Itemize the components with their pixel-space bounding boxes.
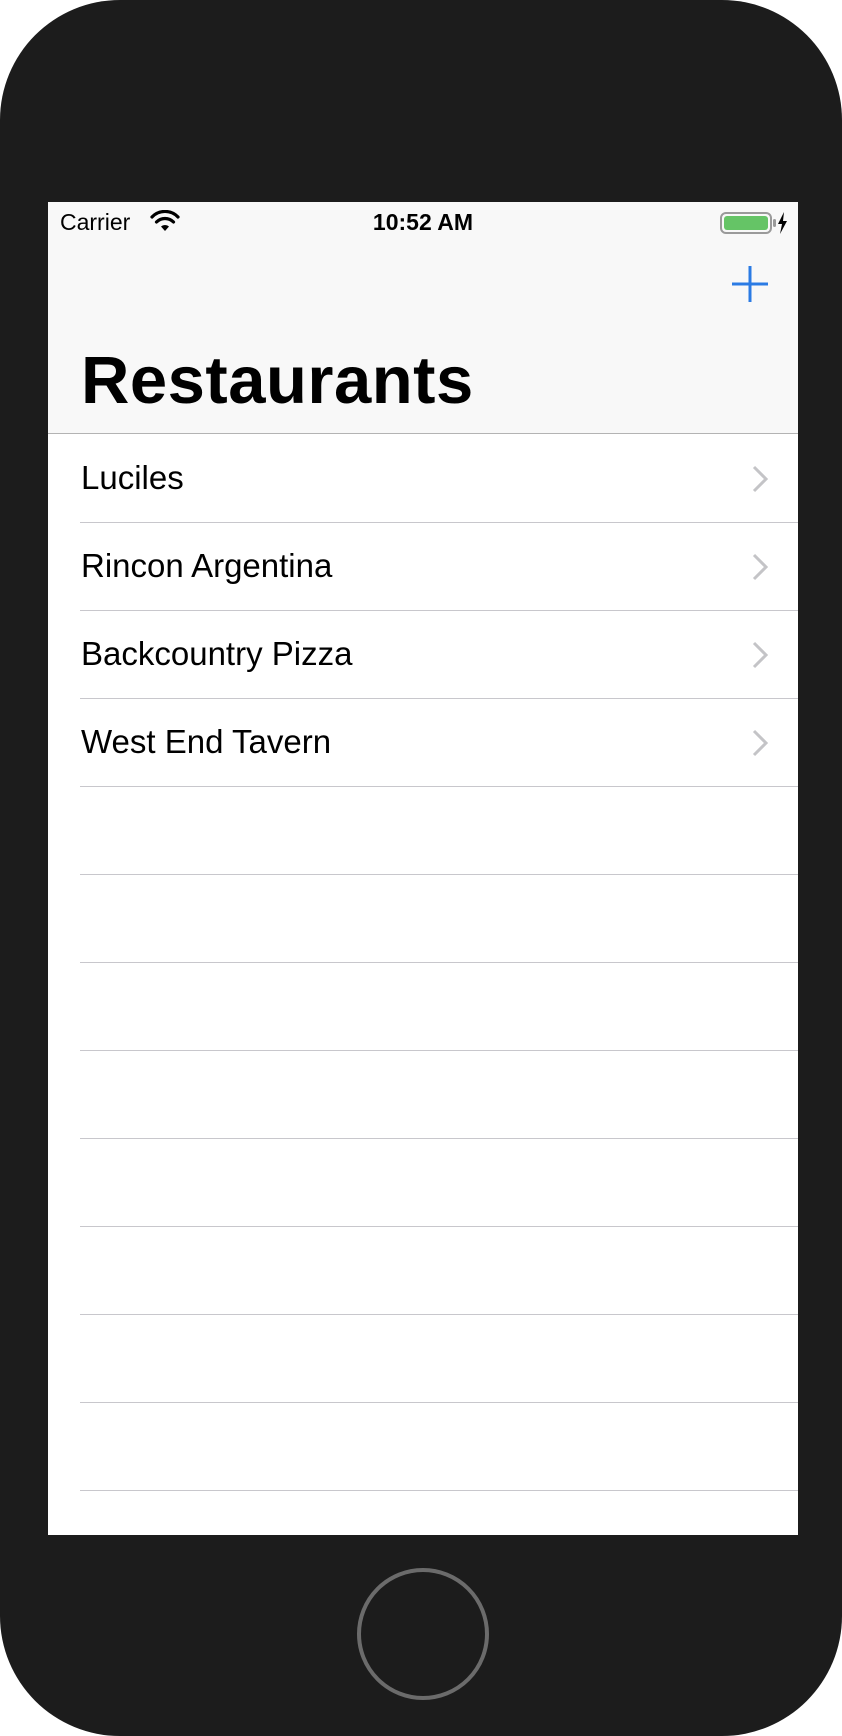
empty-row bbox=[48, 875, 798, 963]
battery-charging-icon bbox=[720, 211, 790, 241]
empty-row bbox=[48, 1139, 798, 1227]
restaurant-name: Luciles bbox=[81, 459, 184, 496]
restaurant-row[interactable]: West End Tavern bbox=[48, 699, 798, 787]
restaurant-name: Rincon Argentina bbox=[81, 547, 333, 584]
restaurant-name: Backcountry Pizza bbox=[81, 635, 353, 672]
status-time: 10:52 AM bbox=[372, 209, 474, 235]
restaurant-name: West End Tavern bbox=[81, 723, 332, 760]
empty-row bbox=[48, 1315, 798, 1403]
phone-frame: Carrier 10:52 AM Restaurants Luciles Rin… bbox=[0, 0, 842, 1736]
empty-row bbox=[48, 1403, 798, 1491]
restaurant-row[interactable]: Backcountry Pizza bbox=[48, 611, 798, 699]
empty-row bbox=[48, 1051, 798, 1139]
chevron-right-icon bbox=[752, 553, 769, 586]
page-title: Restaurants bbox=[81, 343, 474, 418]
navigation-bar: Carrier 10:52 AM Restaurants bbox=[48, 202, 798, 434]
restaurant-list: Luciles Rincon Argentina Backcountry Piz… bbox=[48, 435, 798, 1535]
home-button[interactable] bbox=[357, 1568, 489, 1700]
empty-row bbox=[48, 1227, 798, 1315]
chevron-right-icon bbox=[752, 641, 769, 674]
chevron-right-icon bbox=[752, 729, 769, 762]
empty-row bbox=[48, 787, 798, 875]
status-bar: Carrier 10:52 AM bbox=[48, 202, 798, 242]
screen: Carrier 10:52 AM Restaurants Luciles Rin… bbox=[48, 202, 798, 1535]
restaurant-row[interactable]: Rincon Argentina bbox=[48, 523, 798, 611]
empty-row bbox=[48, 1491, 798, 1535]
restaurant-row[interactable]: Luciles bbox=[48, 435, 798, 523]
plus-icon bbox=[732, 266, 768, 302]
empty-row bbox=[48, 963, 798, 1051]
add-restaurant-button[interactable] bbox=[730, 264, 770, 304]
chevron-right-icon bbox=[752, 465, 769, 498]
